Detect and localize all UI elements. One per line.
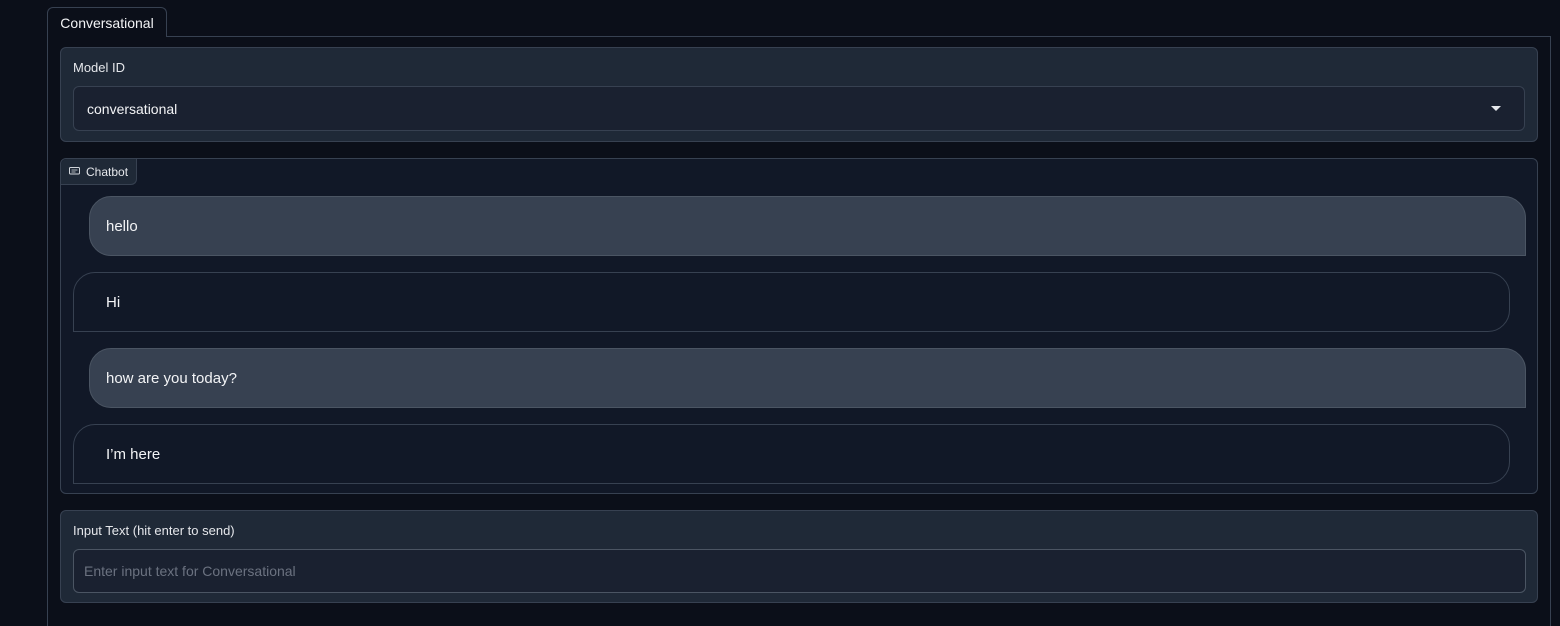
input-text-block: Input Text (hit enter to send) — [60, 510, 1538, 603]
message-text: I’m here — [106, 445, 161, 463]
chatbot-label-badge: Chatbot — [61, 159, 138, 185]
message-text: how are you today? — [106, 369, 237, 387]
chevron-down-icon — [1491, 106, 1501, 111]
model-id-dropdown[interactable]: conversational — [73, 86, 1525, 131]
tab-conversational[interactable]: Conversational — [47, 7, 167, 37]
input-text-label: Input Text (hit enter to send) — [73, 523, 235, 538]
input-text-field[interactable] — [73, 549, 1526, 593]
message-text: hello — [106, 217, 138, 235]
chatbot-label: Chatbot — [86, 164, 129, 179]
chat-message-bot: Hi — [73, 272, 1510, 332]
message-text: Hi — [106, 293, 121, 311]
chatbot-block: Chatbot hello Hi how are you today? I’m … — [60, 158, 1538, 494]
model-id-block: Model ID conversational — [60, 47, 1538, 142]
chat-icon — [69, 167, 80, 175]
chat-message-bot: I’m here — [73, 424, 1510, 484]
chat-message-user: how are you today? — [89, 348, 1526, 408]
model-id-label: Model ID — [73, 60, 126, 75]
model-id-value: conversational — [87, 100, 178, 117]
chat-message-user: hello — [89, 196, 1526, 256]
